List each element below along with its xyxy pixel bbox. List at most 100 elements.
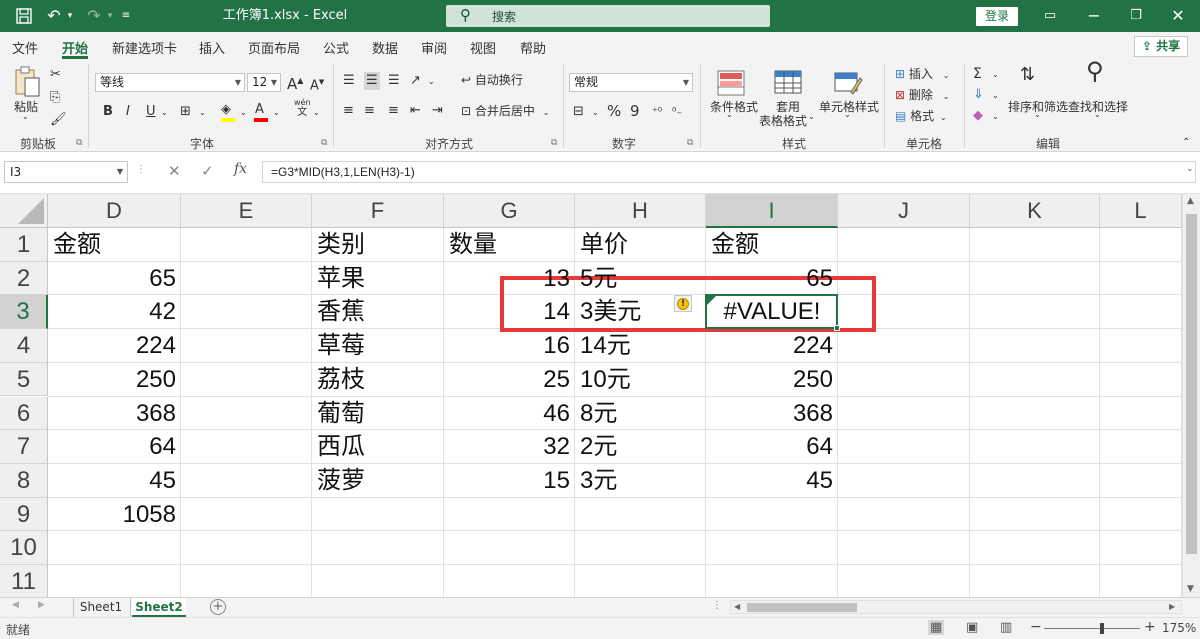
- cell-f3[interactable]: 香蕉: [312, 295, 444, 328]
- formula-input[interactable]: =G3*MID(H3,1,LEN(H3)-1): [262, 161, 1196, 183]
- tab-view[interactable]: 视图: [470, 38, 496, 57]
- shrink-font-button[interactable]: A▼: [310, 73, 324, 95]
- alignment-launcher-icon[interactable]: ⧉: [551, 138, 557, 148]
- zoom-level[interactable]: 175%: [1162, 621, 1196, 635]
- clear-icon[interactable]: ◆: [973, 107, 983, 125]
- redo-dropdown-icon[interactable]: ▾: [104, 0, 116, 32]
- cell-g2[interactable]: 13: [444, 262, 575, 295]
- chevron-down-icon[interactable]: ⌄: [273, 104, 280, 122]
- chevron-down-icon[interactable]: ⌄: [428, 73, 435, 91]
- fill-down-icon[interactable]: ⇓: [973, 86, 984, 104]
- cell-g7[interactable]: 32: [444, 430, 575, 463]
- clipboard-launcher-icon[interactable]: ⧉: [76, 138, 82, 148]
- tab-splitter-icon[interactable]: ⋮: [712, 600, 722, 611]
- column-header-d[interactable]: D: [48, 194, 181, 228]
- redo-icon[interactable]: ↷: [82, 0, 106, 32]
- chevron-down-icon[interactable]: ⌄: [726, 110, 733, 119]
- fill-handle[interactable]: [834, 325, 840, 332]
- cell-f6[interactable]: 葡萄: [312, 397, 444, 430]
- align-center-icon[interactable]: ≡: [364, 102, 375, 120]
- underline-button[interactable]: U: [146, 103, 156, 121]
- tab-review[interactable]: 审阅: [421, 38, 447, 57]
- cancel-icon[interactable]: ✕: [168, 162, 181, 180]
- phonetic-button[interactable]: wén 文: [294, 98, 311, 118]
- row-header-11[interactable]: 11: [0, 565, 48, 598]
- cell-h3[interactable]: 3美元: [575, 295, 706, 328]
- tab-home[interactable]: 开始: [62, 38, 88, 57]
- sheet-tab-sheet2[interactable]: Sheet2: [132, 598, 186, 617]
- chevron-down-icon[interactable]: ⌄: [1094, 110, 1101, 119]
- zoom-slider-thumb[interactable]: [1100, 623, 1104, 634]
- restore-icon[interactable]: ❐: [1124, 0, 1148, 32]
- row-header-6[interactable]: 6: [0, 396, 48, 431]
- customize-toolbar-icon[interactable]: ≡: [118, 0, 134, 32]
- enter-icon[interactable]: ✓: [201, 162, 214, 180]
- orientation-icon[interactable]: ↗: [410, 72, 421, 90]
- cell-f5[interactable]: 荔枝: [312, 363, 444, 396]
- column-header-i[interactable]: I: [706, 194, 838, 228]
- wrap-text-button[interactable]: ↩ 自动换行: [461, 71, 523, 89]
- chevron-down-icon[interactable]: ⌄: [992, 87, 999, 105]
- decrease-decimal-icon[interactable]: ⁰₋: [672, 103, 682, 121]
- column-header-g[interactable]: G: [444, 194, 575, 228]
- chevron-down-icon[interactable]: ⌄: [844, 110, 851, 119]
- cell-h8[interactable]: 3元: [575, 464, 706, 497]
- prev-sheet-icon[interactable]: ◀: [12, 600, 19, 610]
- increase-decimal-icon[interactable]: ⁺⁰: [652, 103, 662, 121]
- conditional-format-label[interactable]: 条件格式: [710, 98, 758, 115]
- autosum-icon[interactable]: Σ: [973, 65, 982, 83]
- align-right-icon[interactable]: ≡: [388, 102, 399, 120]
- font-color-button[interactable]: A: [254, 101, 268, 122]
- cell-i7[interactable]: 64: [706, 430, 838, 463]
- conditional-format-icon[interactable]: [716, 68, 746, 98]
- align-middle-icon[interactable]: ☰: [364, 72, 380, 90]
- cell-i8[interactable]: 45: [706, 464, 838, 497]
- column-header-e[interactable]: E: [181, 194, 312, 228]
- delete-cells-button[interactable]: ⊠ 删除 ⌄: [895, 86, 949, 106]
- share-button[interactable]: ⇪ 共享: [1134, 36, 1188, 57]
- decrease-indent-icon[interactable]: ⇤: [410, 102, 421, 120]
- format-painter-icon[interactable]: 🖌: [50, 111, 67, 129]
- sheet-tab-sheet1[interactable]: Sheet1: [76, 598, 126, 617]
- formula-bar-handle-icon[interactable]: ⋮: [136, 164, 146, 175]
- cell-g8[interactable]: 15: [444, 464, 575, 497]
- borders-icon[interactable]: ⊞: [180, 103, 191, 121]
- tab-page-layout[interactable]: 页面布局: [248, 38, 300, 57]
- column-header-h[interactable]: H: [575, 194, 706, 228]
- row-header-8[interactable]: 8: [0, 463, 48, 498]
- next-sheet-icon[interactable]: ▶: [38, 600, 45, 610]
- save-icon[interactable]: [12, 0, 36, 32]
- cell-h6[interactable]: 8元: [575, 397, 706, 430]
- cell-d9[interactable]: 1058: [48, 498, 181, 531]
- cell-f8[interactable]: 菠萝: [312, 464, 444, 497]
- expand-formula-icon[interactable]: ⌄: [1186, 164, 1194, 174]
- vertical-scroll-thumb[interactable]: [1186, 214, 1197, 554]
- cell-d2[interactable]: 65: [48, 262, 181, 295]
- cell-h4[interactable]: 14元: [575, 329, 706, 362]
- chevron-down-icon[interactable]: ⌄: [1034, 110, 1041, 119]
- worksheet-grid[interactable]: ! D E F G H I J K L 1 2 3 4 5 6 7 8 9 10 11 金额 65 42 224 250 368 6…: [0, 194, 1182, 598]
- tab-data[interactable]: 数据: [372, 38, 398, 57]
- scroll-up-icon[interactable]: ▲: [1187, 196, 1194, 206]
- accounting-format-icon[interactable]: ⊟: [573, 103, 584, 121]
- row-header-2[interactable]: 2: [0, 261, 48, 296]
- row-header-4[interactable]: 4: [0, 329, 48, 363]
- font-size-select[interactable]: 12 ▼: [247, 73, 281, 92]
- zoom-out-button[interactable]: −: [1030, 619, 1042, 635]
- page-break-view-icon[interactable]: ▥: [1000, 620, 1012, 635]
- copy-icon[interactable]: ⎘: [50, 89, 60, 107]
- tab-formulas[interactable]: 公式: [323, 38, 349, 57]
- column-header-j[interactable]: J: [838, 194, 970, 228]
- row-header-10[interactable]: 10: [0, 531, 48, 565]
- chevron-down-icon[interactable]: ⌄: [199, 104, 206, 122]
- chevron-down-icon[interactable]: ⌄: [992, 66, 999, 84]
- cell-g5[interactable]: 25: [444, 363, 575, 396]
- tab-file[interactable]: 文件: [12, 38, 38, 57]
- zoom-slider[interactable]: [1044, 623, 1140, 634]
- scroll-left-icon[interactable]: ◀: [734, 602, 740, 611]
- cell-h1[interactable]: 单价: [575, 228, 706, 261]
- zoom-in-button[interactable]: +: [1144, 619, 1156, 635]
- chevron-down-icon[interactable]: ⌄: [240, 104, 247, 122]
- row-header-1[interactable]: 1: [0, 228, 48, 262]
- search-box[interactable]: ⚲ 搜索: [446, 5, 770, 27]
